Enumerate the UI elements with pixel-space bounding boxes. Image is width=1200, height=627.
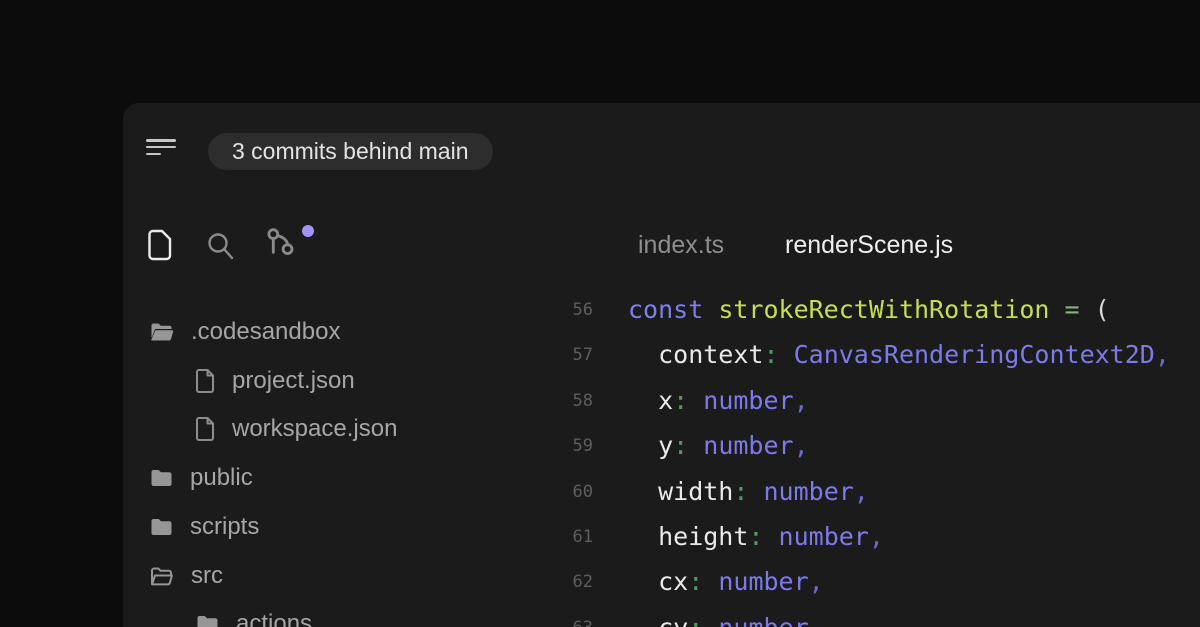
line-number: 61	[523, 520, 593, 554]
search-icon[interactable]	[206, 231, 234, 266]
line-number: 62	[523, 565, 593, 599]
code-line[interactable]: 57 context: CanvasRenderingContext2D,	[123, 338, 1200, 372]
line-number: 63	[523, 611, 593, 627]
code-line-text[interactable]: context: CanvasRenderingContext2D,	[628, 338, 1170, 372]
line-number: 60	[523, 475, 593, 509]
line-number: 56	[523, 293, 593, 327]
git-notification-dot	[302, 225, 314, 237]
tab-renderscene-js[interactable]: renderScene.js	[785, 230, 953, 260]
code-line[interactable]: 56 const strokeRectWithRotation = (	[123, 293, 1200, 327]
line-number: 58	[523, 384, 593, 418]
app-window: 3 commits behind main .codesandboxprojec…	[123, 103, 1200, 627]
code-line-text[interactable]: height: number,	[628, 520, 884, 554]
code-line[interactable]: 61 height: number,	[123, 520, 1200, 554]
menu-icon[interactable]	[146, 139, 176, 156]
commits-behind-badge[interactable]: 3 commits behind main	[208, 133, 493, 170]
code-line[interactable]: 63 cy: number,	[123, 611, 1200, 627]
code-line[interactable]: 60 width: number,	[123, 475, 1200, 509]
code-line-text[interactable]: y: number,	[628, 429, 809, 463]
line-number: 57	[523, 338, 593, 372]
menu-icon-line	[146, 139, 176, 142]
code-line-text[interactable]: const strokeRectWithRotation = (	[628, 293, 1110, 327]
code-line[interactable]: 58 x: number,	[123, 384, 1200, 418]
code-line[interactable]: 62 cx: number,	[123, 565, 1200, 599]
code-line-text[interactable]: x: number,	[628, 384, 809, 418]
menu-icon-line	[146, 153, 161, 156]
line-number: 59	[523, 429, 593, 463]
code-line[interactable]: 59 y: number,	[123, 429, 1200, 463]
tab-index-ts[interactable]: index.ts	[638, 230, 724, 260]
menu-icon-line	[146, 146, 176, 149]
files-icon[interactable]	[148, 229, 172, 266]
code-line-text[interactable]: width: number,	[628, 475, 869, 509]
code-line-text[interactable]: cy: number,	[628, 611, 824, 627]
code-line-text[interactable]: cx: number,	[628, 565, 824, 599]
git-branch-icon[interactable]	[263, 223, 301, 266]
